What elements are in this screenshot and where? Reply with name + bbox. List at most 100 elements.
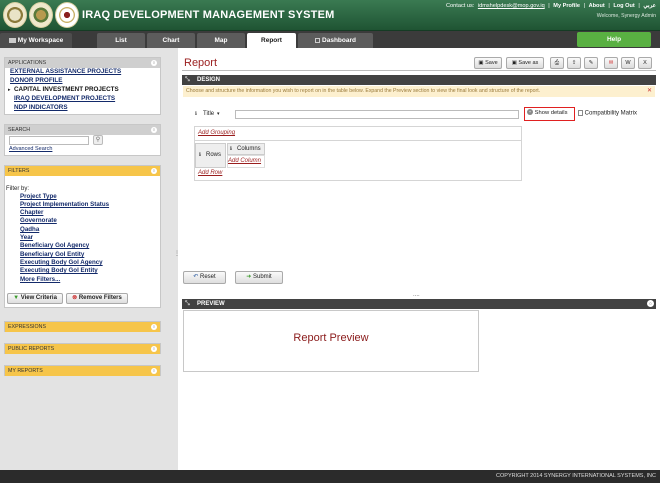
- mop-logo: [3, 2, 27, 28]
- close-icon[interactable]: ✕: [647, 87, 652, 94]
- help-button[interactable]: Help: [577, 32, 651, 47]
- filter-qadha[interactable]: Qadha: [20, 226, 39, 233]
- arrow-right-icon: ➜: [246, 274, 252, 280]
- show-details-button[interactable]: + Show details: [524, 107, 575, 121]
- search-header[interactable]: SEARCH: [5, 125, 160, 135]
- rows-label: Rows: [206, 152, 222, 158]
- more-filters-link[interactable]: More Filters...: [20, 276, 60, 283]
- title-label: Title: [203, 111, 215, 117]
- tab-dashboard[interactable]: Dashboard: [298, 33, 373, 48]
- excel-icon[interactable]: X: [638, 57, 652, 69]
- footer: COPYRIGHT 2014 SYNERGY INTERNATIONAL SYS…: [0, 470, 660, 483]
- dashboard-icon: [315, 37, 321, 43]
- advanced-search-link[interactable]: Advanced Search: [9, 146, 52, 152]
- design-icon: ⤡: [185, 77, 190, 83]
- search-input[interactable]: [9, 136, 89, 145]
- app-header: IRAQ DEVELOPMENT MANAGEMENT SYSTEM Conta…: [0, 0, 660, 31]
- add-column-link[interactable]: Add Column: [228, 158, 261, 164]
- remove-icon: ⊗: [72, 295, 78, 301]
- page-title: Report: [184, 57, 218, 69]
- active-arrow-icon: ▸: [8, 87, 11, 93]
- export-icon[interactable]: ⇪: [567, 57, 581, 69]
- filter-executing-agency[interactable]: Executing Body GoI Agency: [20, 259, 103, 266]
- add-grouping-link[interactable]: Add Grouping: [198, 130, 235, 136]
- sidebar-splitter-handle[interactable]: ⋮: [174, 251, 180, 266]
- filter-icon: ▼: [13, 295, 20, 301]
- log-out-link[interactable]: Log Out: [613, 3, 634, 9]
- tab-my-workspace[interactable]: My Workspace: [0, 33, 72, 48]
- my-reports-panel[interactable]: MY REPORTS ○: [4, 365, 161, 376]
- filter-implementation-status[interactable]: Project Implementation Status: [20, 201, 109, 208]
- filter-beneficiary-entity[interactable]: Beneficiary GoI Entity: [20, 251, 84, 258]
- floppy-icon: ▣: [478, 60, 484, 66]
- reset-button[interactable]: ↶ Reset: [183, 271, 226, 284]
- public-reports-panel[interactable]: PUBLIC REPORTS ○: [4, 343, 161, 354]
- tab-chart[interactable]: Chart: [147, 33, 195, 48]
- undo-icon: ↶: [193, 274, 199, 280]
- my-profile-link[interactable]: My Profile: [553, 3, 580, 9]
- app-link-ndp-indicators[interactable]: NDP INDICATORS: [14, 104, 68, 111]
- filter-executing-entity[interactable]: Executing Body GoI Entity: [20, 267, 98, 274]
- tab-list[interactable]: List: [97, 33, 145, 48]
- pdf-icon[interactable]: ✉: [604, 57, 618, 69]
- emblem-logo: [29, 2, 53, 28]
- filter-year[interactable]: Year: [20, 234, 33, 241]
- compatibility-matrix-link[interactable]: Compatibility Matrix: [578, 110, 637, 117]
- expand-icon[interactable]: ○: [151, 324, 157, 330]
- app-link-external-assistance[interactable]: EXTERNAL ASSISTANCE PROJECTS: [10, 68, 121, 75]
- filter-governorate[interactable]: Governorate: [20, 217, 57, 224]
- print-icon[interactable]: ⎙: [550, 57, 564, 69]
- save-button[interactable]: ▣ Save: [474, 57, 502, 69]
- filter-chapter[interactable]: Chapter: [20, 209, 43, 216]
- app-title: IRAQ DEVELOPMENT MANAGEMENT SYSTEM: [82, 9, 335, 21]
- my-reports-header[interactable]: MY REPORTS: [5, 366, 160, 376]
- filters-header[interactable]: FILTERS: [5, 166, 160, 176]
- remove-filters-button[interactable]: ⊗ Remove Filters: [66, 293, 128, 304]
- collapse-icon[interactable]: ○: [151, 168, 157, 174]
- word-icon[interactable]: W: [621, 57, 635, 69]
- applications-header[interactable]: APPLICATIONS: [5, 58, 160, 68]
- edit-icon[interactable]: ✎: [584, 57, 598, 69]
- report-preview-text: Report Preview: [293, 332, 369, 344]
- info-icon: ℹ: [195, 111, 197, 117]
- contact-email-link[interactable]: idmshelpdesk@mop.gov.iq: [478, 3, 545, 9]
- design-section-header[interactable]: ⤡ DESIGN: [182, 75, 656, 85]
- columns-label: Columns: [237, 146, 261, 152]
- tab-map[interactable]: Map: [197, 33, 245, 48]
- search-icon[interactable]: ⚲: [93, 135, 103, 145]
- public-reports-header[interactable]: PUBLIC REPORTS: [5, 344, 160, 354]
- filter-beneficiary-agency[interactable]: Beneficiary GoI Agency: [20, 242, 89, 249]
- expand-icon[interactable]: ○: [647, 300, 654, 307]
- submit-button[interactable]: ➜ Submit: [235, 271, 283, 284]
- app-link-iraq-development[interactable]: IRAQ DEVELOPMENT PROJECTS: [14, 95, 115, 102]
- collapse-icon[interactable]: ○: [151, 127, 157, 133]
- filter-project-type[interactable]: Project Type: [20, 193, 57, 200]
- title-input[interactable]: [235, 110, 519, 119]
- expressions-header[interactable]: EXPRESSIONS: [5, 322, 160, 332]
- filter-by-label: Filter by:: [6, 186, 30, 192]
- resize-handle[interactable]: ....: [413, 292, 420, 298]
- app-link-capital-investment[interactable]: CAPITAL INVESTMENT PROJECTS: [14, 86, 119, 93]
- collapse-icon[interactable]: ○: [151, 60, 157, 66]
- contact-label: Contact us:: [446, 3, 475, 9]
- about-link[interactable]: About: [589, 3, 605, 9]
- app-link-donor-profile[interactable]: DONOR PROFILE: [10, 77, 62, 84]
- add-row-link[interactable]: Add Row: [198, 170, 222, 176]
- eagle-logo: [55, 2, 79, 28]
- view-criteria-button[interactable]: ▼ View Criteria: [7, 293, 63, 304]
- title-divider: [182, 70, 656, 71]
- arabic-language-link[interactable]: عربي: [643, 3, 656, 9]
- preview-icon: ⤡: [185, 301, 190, 307]
- preview-section-header[interactable]: ⤡ PREVIEW: [182, 299, 656, 309]
- design-info-message: Choose and structure the information you…: [183, 86, 655, 97]
- expand-details-icon: +: [527, 109, 533, 116]
- tab-report[interactable]: Report: [247, 33, 296, 48]
- expand-icon[interactable]: ○: [151, 346, 157, 352]
- expand-icon[interactable]: ○: [151, 368, 157, 374]
- expressions-panel[interactable]: EXPRESSIONS ○: [4, 321, 161, 332]
- floppy-icon: ▣: [511, 60, 517, 66]
- info-icon: ℹ: [230, 146, 232, 152]
- save-as-button[interactable]: ▣ Save as: [506, 57, 544, 69]
- top-links: Contact us: idmshelpdesk@mop.gov.iq | My…: [446, 3, 656, 9]
- title-dropdown-icon[interactable]: ▾: [217, 111, 220, 117]
